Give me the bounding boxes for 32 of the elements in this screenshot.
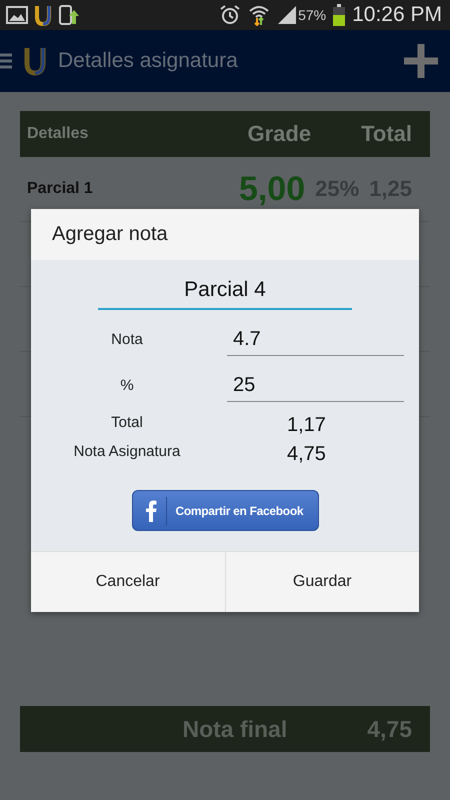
result-label: Total <box>110 414 144 433</box>
column-header: Total <box>361 121 412 147</box>
clock-time: 10:26 PM <box>352 3 442 27</box>
wifi-icon <box>248 4 270 26</box>
image-icon <box>6 6 28 24</box>
battery-icon <box>333 4 346 26</box>
signal-icon <box>277 5 298 25</box>
final-grade-value: 4,75 <box>367 716 412 742</box>
field-label: % <box>119 377 135 396</box>
add-icon[interactable] <box>402 42 440 80</box>
column-header: Grade <box>247 121 312 147</box>
result-value: 1,17 <box>286 414 327 437</box>
result-label: Nota Asignatura <box>72 443 182 462</box>
field-label: Nota <box>110 331 144 350</box>
logo-icon <box>34 4 52 26</box>
phone-upload-icon <box>58 4 80 26</box>
input-field[interactable]: 4.7 <box>227 324 404 356</box>
result-value: 4,75 <box>286 443 327 466</box>
column-header: Detalles <box>27 125 90 143</box>
final-grade-label: Nota final <box>182 716 288 742</box>
dialog-title: Agregar nota <box>52 223 168 246</box>
input-field[interactable]: 25 <box>227 370 404 402</box>
screen-title: Detalles asignatura <box>58 49 239 73</box>
logo-icon <box>22 46 48 76</box>
alarm-icon <box>219 4 242 26</box>
battery-percent: 57% <box>298 7 326 23</box>
name-input[interactable]: Parcial 4 <box>98 274 352 310</box>
row-label: Parcial 1 <box>27 180 94 198</box>
facebook-icon <box>144 500 156 522</box>
grade-value: 5,00 <box>238 170 306 208</box>
facebook-share-button[interactable]: Compartir en Facebook <box>132 490 318 531</box>
menu-icon[interactable] <box>0 52 12 70</box>
